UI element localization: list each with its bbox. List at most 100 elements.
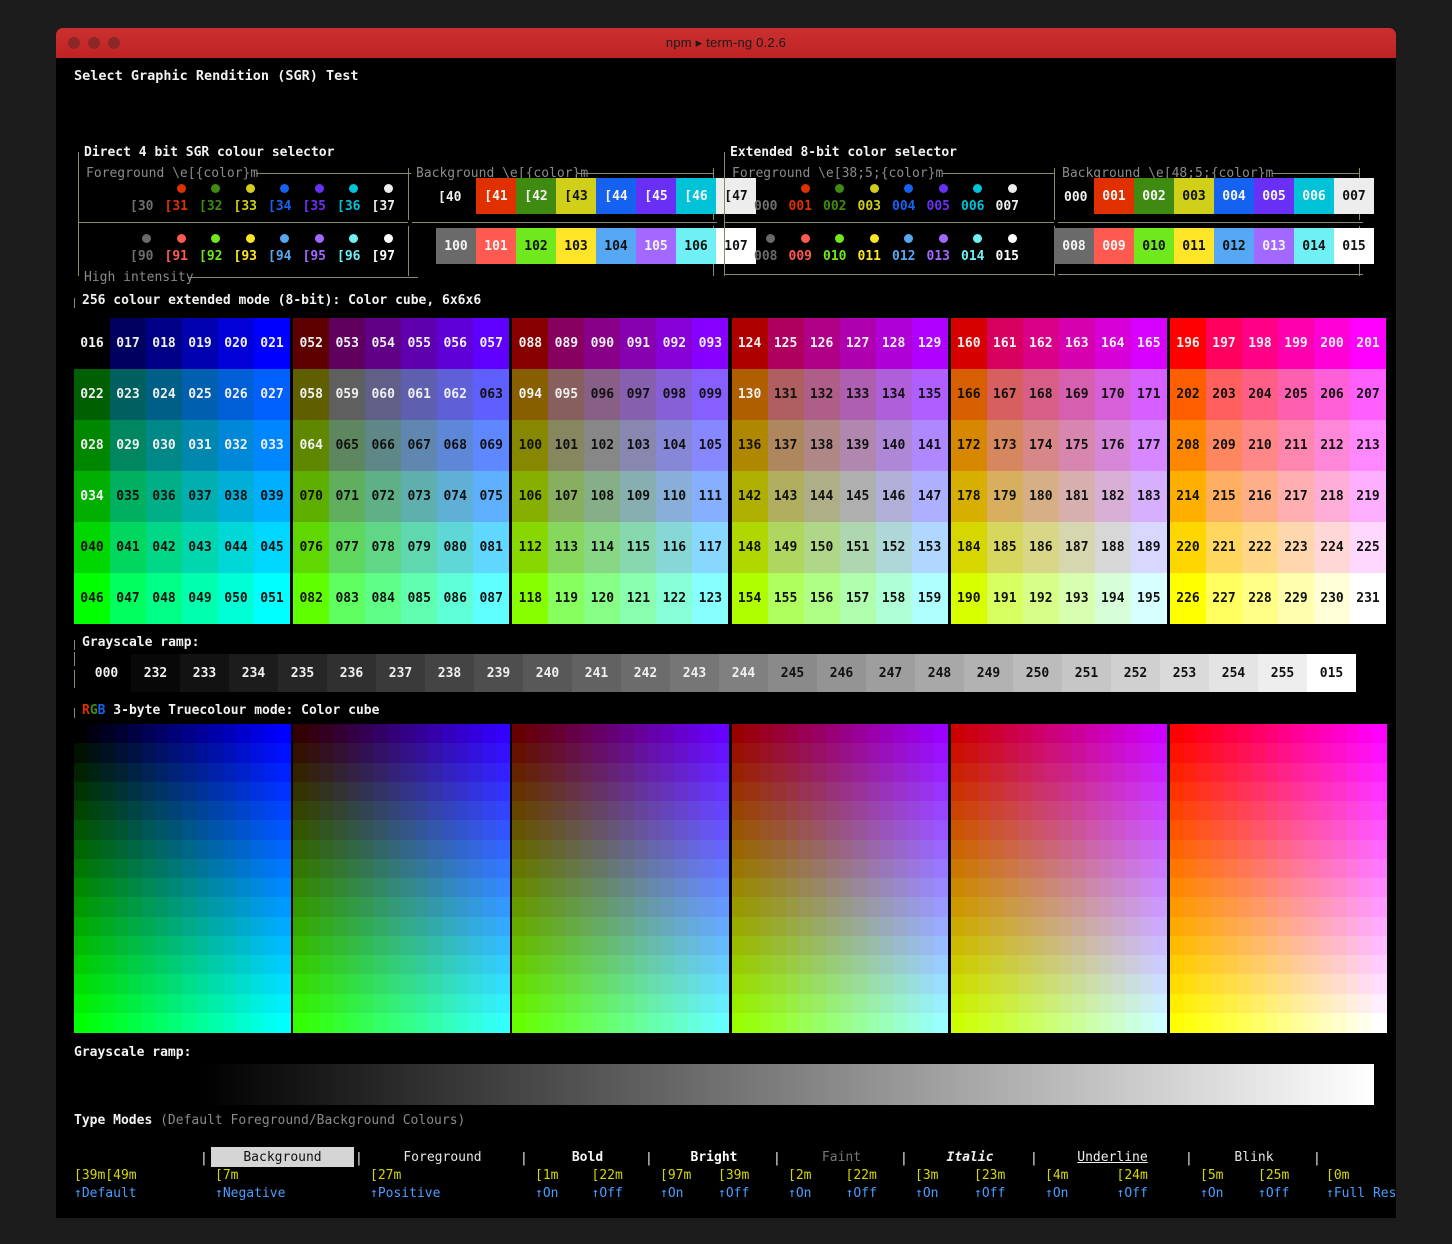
cube-color-cell[interactable]: 147 [911,471,948,522]
cube-color-cell[interactable]: 066 [365,420,402,471]
cube-color-cell[interactable]: 230 [1314,573,1350,624]
cube-color-cell[interactable]: 034 [74,471,110,522]
fg-code-label[interactable]: [30 [130,200,153,213]
cube-color-cell[interactable]: 079 [401,522,438,573]
cube-color-cell[interactable]: 171 [1130,369,1167,420]
bg-color-swatch-8bit[interactable]: 005 [1254,178,1294,214]
cube-color-cell[interactable]: 121 [620,573,657,624]
cube-color-cell[interactable]: 020 [218,318,254,369]
type-mode-name[interactable]: Foreground [366,1147,519,1167]
cube-color-cell[interactable]: 153 [911,522,948,573]
cube-color-cell[interactable]: 192 [1022,573,1059,624]
cube-color-cell[interactable]: 123 [692,573,729,624]
cube-color-cell[interactable]: 036 [146,471,182,522]
type-mode-label[interactable]: ↑Negative [215,1187,285,1200]
cube-color-cell[interactable]: 186 [1022,522,1059,573]
cube-color-cell[interactable]: 063 [473,369,510,420]
cube-color-cell[interactable]: 058 [293,369,330,420]
cube-color-cell[interactable]: 080 [437,522,474,573]
cube-color-cell[interactable]: 098 [656,369,693,420]
fg-code-label[interactable]: [37 [372,200,395,213]
cube-color-cell[interactable]: 143 [767,471,804,522]
cube-color-cell[interactable]: 179 [986,471,1023,522]
fg-code-label[interactable]: [36 [337,200,360,213]
reset-code[interactable]: [39m[49m [74,1169,137,1182]
cube-color-cell[interactable]: 069 [473,420,510,471]
fg-code-label-8bit[interactable]: 014 [961,250,984,263]
cube-color-cell[interactable]: 103 [620,420,657,471]
fg-code-label[interactable]: [92 [199,250,222,263]
type-mode-code[interactable]: [39m [718,1169,749,1182]
type-mode-name[interactable]: Background [211,1147,354,1167]
cube-color-cell[interactable]: 151 [839,522,876,573]
fg-code-label[interactable]: [90 [130,250,153,263]
cube-color-cell[interactable]: 228 [1242,573,1278,624]
cube-color-cell[interactable]: 099 [692,369,729,420]
cube-color-cell[interactable]: 089 [548,318,585,369]
cube-color-cell[interactable]: 019 [182,318,218,369]
cube-color-cell[interactable]: 113 [548,522,585,573]
cube-color-cell[interactable]: 122 [656,573,693,624]
cube-color-cell[interactable]: 045 [254,522,290,573]
gray-ramp-cell[interactable]: 254 [1209,654,1258,692]
gray-ramp-cell[interactable]: 249 [964,654,1013,692]
cube-color-cell[interactable]: 140 [875,420,912,471]
gray-ramp-cell[interactable]: 253 [1160,654,1209,692]
cube-color-cell[interactable]: 180 [1022,471,1059,522]
bg-color-swatch-8bit[interactable]: 004 [1214,178,1254,214]
type-mode-label[interactable]: ↑On [1200,1187,1223,1200]
type-mode-code[interactable]: [25m [1258,1169,1289,1182]
type-mode-code[interactable]: [3m [915,1169,938,1182]
cube-color-cell[interactable]: 220 [1170,522,1206,573]
cube-color-cell[interactable]: 130 [731,369,768,420]
cube-color-cell[interactable]: 060 [365,369,402,420]
cube-color-cell[interactable]: 082 [293,573,330,624]
type-mode-label[interactable]: ↑Off [718,1187,749,1200]
bg-color-swatch-8bit[interactable]: 002 [1134,178,1174,214]
bg-color-swatch[interactable]: 105 [636,228,676,264]
cube-color-cell[interactable]: 229 [1278,573,1314,624]
bg-color-swatch-8bit[interactable]: 011 [1174,228,1214,264]
cube-color-cell[interactable]: 128 [875,318,912,369]
cube-color-cell[interactable]: 217 [1278,471,1314,522]
cube-color-cell[interactable]: 117 [692,522,729,573]
cube-color-cell[interactable]: 126 [803,318,840,369]
type-mode-label[interactable]: ↑On [660,1187,683,1200]
cube-color-cell[interactable]: 056 [437,318,474,369]
cube-color-cell[interactable]: 174 [1022,420,1059,471]
cube-color-cell[interactable]: 081 [473,522,510,573]
fg-code-label[interactable]: [95 [303,250,326,263]
cube-color-cell[interactable]: 044 [218,522,254,573]
cube-color-cell[interactable]: 125 [767,318,804,369]
cube-color-cell[interactable]: 213 [1350,420,1386,471]
gray-ramp-cell[interactable]: 000 [82,654,131,692]
fg-code-label-8bit[interactable]: 009 [789,250,812,263]
cube-color-cell[interactable]: 182 [1094,471,1131,522]
gray-ramp-cell[interactable]: 237 [376,654,425,692]
cube-color-cell[interactable]: 053 [329,318,366,369]
cube-color-cell[interactable]: 042 [146,522,182,573]
bg-color-swatch-8bit[interactable]: 009 [1094,228,1134,264]
cube-color-cell[interactable]: 078 [365,522,402,573]
cube-color-cell[interactable]: 027 [254,369,290,420]
cube-color-cell[interactable]: 118 [512,573,549,624]
fg-code-label[interactable]: [91 [165,250,188,263]
cube-color-cell[interactable]: 205 [1278,369,1314,420]
bg-color-swatch-8bit[interactable]: 006 [1294,178,1334,214]
cube-color-cell[interactable]: 073 [401,471,438,522]
cube-color-cell[interactable]: 101 [548,420,585,471]
gray-ramp-cell[interactable]: 247 [866,654,915,692]
cube-color-cell[interactable]: 033 [254,420,290,471]
cube-color-cell[interactable]: 212 [1314,420,1350,471]
cube-color-cell[interactable]: 193 [1058,573,1095,624]
fg-code-label[interactable]: [32 [199,200,222,213]
type-mode-name[interactable]: Bold [531,1147,644,1167]
cube-color-cell[interactable]: 062 [437,369,474,420]
cube-color-cell[interactable]: 100 [512,420,549,471]
cube-color-cell[interactable]: 050 [218,573,254,624]
cube-color-cell[interactable]: 185 [986,522,1023,573]
cube-color-cell[interactable]: 025 [182,369,218,420]
cube-color-cell[interactable]: 093 [692,318,729,369]
cube-color-cell[interactable]: 071 [329,471,366,522]
bg-color-swatch-8bit[interactable]: 015 [1334,228,1374,264]
